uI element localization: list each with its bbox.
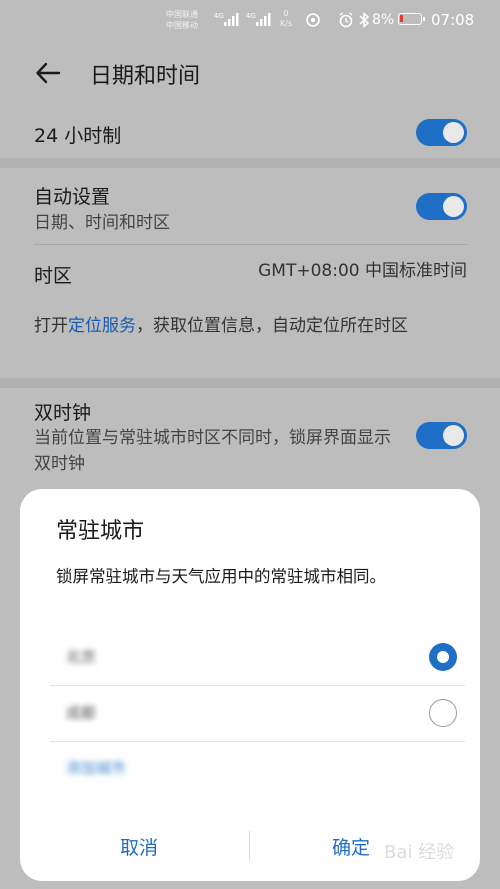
bluetooth-icon — [359, 11, 370, 29]
battery-percent: 8% — [372, 12, 395, 28]
location-hint-pre: 打开 — [34, 316, 68, 336]
home-city-dialog: 常驻城市 锁屏常驻城市与天气应用中的常驻城市相同。 北京 成都 添加城市 取消 … — [20, 489, 480, 881]
svg-text:4G: 4G — [246, 12, 256, 20]
add-city-link[interactable]: 添加城市 — [66, 757, 126, 778]
status-bar: 中国联通 中国移动 4G 4G 0 K/s 8% 07:08 — [0, 0, 500, 42]
hotspot-icon — [306, 13, 320, 27]
signal-icon-2: 4G — [246, 12, 271, 26]
carrier-names: 中国联通 中国移动 — [166, 9, 198, 31]
section-separator — [0, 378, 500, 388]
net-speed-unit: K/s — [280, 19, 293, 28]
button-divider — [249, 831, 250, 861]
svg-text:4G: 4G — [214, 12, 224, 20]
city-option[interactable]: 成都 — [50, 685, 465, 741]
dual-clock-sublabel: 当前位置与常驻城市时区不同时，锁屏界面显示双时钟 — [34, 428, 391, 474]
auto-toggle[interactable] — [416, 193, 467, 220]
alarm-icon — [339, 12, 353, 28]
dual-clock-toggle[interactable] — [416, 422, 467, 449]
option-divider — [50, 741, 465, 742]
app-bar: 日期和时间 — [0, 42, 500, 104]
city-option-label: 成都 — [66, 704, 97, 722]
city-option[interactable]: 北京 — [50, 629, 465, 685]
carrier-2: 中国移动 — [166, 21, 198, 30]
location-hint: 打开定位服务，获取位置信息，自动定位所在时区 — [34, 313, 464, 340]
net-speed: 0 K/s — [280, 9, 292, 29]
cancel-button[interactable]: 取消 — [120, 833, 158, 860]
timezone-label: 时区 — [34, 265, 73, 287]
section-separator — [0, 158, 500, 168]
auto-label: 自动设置 — [34, 186, 111, 208]
divider — [34, 244, 467, 245]
dialog-title: 常驻城市 — [56, 519, 145, 544]
carrier-1: 中国联通 — [166, 10, 198, 19]
confirm-button[interactable]: 确定 — [332, 833, 370, 860]
location-service-link[interactable]: 定位服务 — [68, 316, 136, 336]
dialog-description: 锁屏常驻城市与天气应用中的常驻城市相同。 — [56, 567, 386, 586]
net-speed-value: 0 — [283, 9, 289, 18]
back-arrow-icon[interactable] — [34, 59, 62, 87]
watermark-logo: Bai 经验 — [384, 842, 455, 863]
hour24-label: 24 小时制 — [34, 125, 122, 147]
auto-sublabel: 日期、时间和时区 — [34, 213, 170, 233]
dual-clock-label: 双时钟 — [34, 402, 92, 424]
radio-selected-icon[interactable] — [429, 643, 457, 671]
signal-icon: 4G — [214, 12, 239, 26]
timezone-value: GMT+08:00 中国标准时间 — [258, 261, 467, 281]
page-title: 日期和时间 — [90, 64, 201, 89]
radio-unselected-icon[interactable] — [429, 699, 457, 727]
hour24-toggle[interactable] — [416, 119, 467, 146]
location-hint-post: ，获取位置信息，自动定位所在时区 — [136, 316, 408, 336]
battery-icon — [398, 13, 425, 25]
clock: 07:08 — [431, 11, 475, 29]
city-option-label: 北京 — [66, 648, 97, 666]
